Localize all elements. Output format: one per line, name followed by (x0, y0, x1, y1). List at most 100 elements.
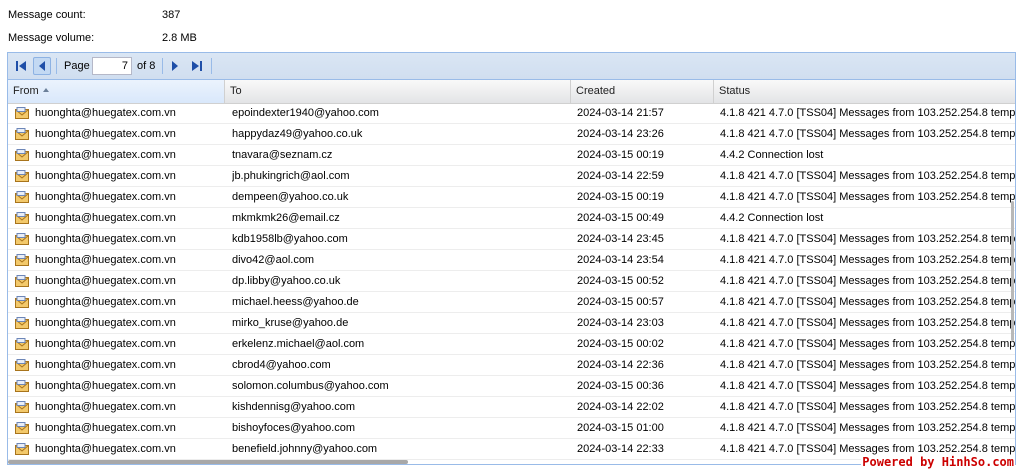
created-time: 2024-03-15 00:52 (577, 275, 664, 287)
table-row[interactable]: huonghta@huegatex.com.vn kishdennisg@yaho… (8, 397, 1015, 418)
last-page-button[interactable] (188, 57, 206, 75)
from-address: huonghta@huegatex.com.vn (35, 149, 176, 161)
from-address: huonghta@huegatex.com.vn (35, 380, 176, 392)
status-text: 4.4.2 Connection lost (720, 149, 824, 161)
envelope-icon (15, 233, 29, 245)
to-address: epoindexter1940@yahoo.com (232, 107, 379, 119)
previous-page-button[interactable] (33, 57, 51, 75)
envelope-icon (15, 359, 29, 371)
previous-page-icon (39, 61, 45, 71)
status-text: 4.1.8 421 4.7.0 [TSS04] Messages from 10… (720, 170, 1016, 182)
table-row[interactable]: huonghta@huegatex.com.vn kdb1958lb@yahoo.… (8, 229, 1015, 250)
page-count-label: of 8 (137, 60, 156, 72)
status-text: 4.1.8 421 4.7.0 [TSS04] Messages from 10… (720, 338, 1016, 350)
table-row[interactable]: huonghta@huegatex.com.vn bishoyfoces@yaho… (8, 418, 1015, 439)
cell-from: huonghta@huegatex.com.vn (15, 271, 225, 291)
status-text: 4.1.8 421 4.7.0 [TSS04] Messages from 10… (720, 359, 1016, 371)
table-row[interactable]: huonghta@huegatex.com.vn dp.libby@yahoo.c… (8, 271, 1015, 292)
column-header-from[interactable]: From (8, 80, 225, 103)
table-row[interactable]: huonghta@huegatex.com.vn epoindexter1940@… (8, 103, 1015, 124)
from-address: huonghta@huegatex.com.vn (35, 422, 176, 434)
envelope-icon (15, 107, 29, 119)
table-row[interactable]: huonghta@huegatex.com.vn tnavara@seznam.c… (8, 145, 1015, 166)
from-address: huonghta@huegatex.com.vn (35, 128, 176, 140)
page-number-input[interactable] (92, 57, 132, 75)
table-row[interactable]: huonghta@huegatex.com.vn mkmkmk26@email.c… (8, 208, 1015, 229)
to-address: mirko_kruse@yahoo.de (232, 317, 349, 329)
from-address: huonghta@huegatex.com.vn (35, 443, 176, 455)
status-text: 4.4.2 Connection lost (720, 212, 824, 224)
status-text: 4.1.8 421 4.7.0 [TSS04] Messages from 10… (720, 317, 1016, 329)
to-address: michael.heess@yahoo.de (232, 296, 359, 308)
status-text: 4.1.8 421 4.7.0 [TSS04] Messages from 10… (720, 191, 1016, 203)
envelope-icon (15, 401, 29, 413)
last-page-icon (192, 61, 202, 71)
cell-from: huonghta@huegatex.com.vn (15, 334, 225, 354)
from-address: huonghta@huegatex.com.vn (35, 296, 176, 308)
column-header-status[interactable]: Status (714, 80, 1015, 103)
next-page-button[interactable] (166, 57, 184, 75)
from-address: huonghta@huegatex.com.vn (35, 170, 176, 182)
envelope-icon (15, 443, 29, 455)
from-address: huonghta@huegatex.com.vn (35, 212, 176, 224)
created-time: 2024-03-14 23:54 (577, 254, 664, 266)
from-address: huonghta@huegatex.com.vn (35, 191, 176, 203)
envelope-icon (15, 149, 29, 161)
created-time: 2024-03-15 00:36 (577, 380, 664, 392)
created-time: 2024-03-14 22:33 (577, 443, 664, 455)
created-time: 2024-03-14 22:59 (577, 170, 664, 182)
envelope-icon (15, 212, 29, 224)
column-header-to[interactable]: To (225, 80, 571, 103)
status-text: 4.1.8 421 4.7.0 [TSS04] Messages from 10… (720, 107, 1016, 119)
from-address: huonghta@huegatex.com.vn (35, 338, 176, 350)
horizontal-scrollbar[interactable] (8, 460, 408, 464)
to-address: erkelenz.michael@aol.com (232, 338, 365, 350)
envelope-icon (15, 422, 29, 434)
status-text: 4.1.8 421 4.7.0 [TSS04] Messages from 10… (720, 233, 1016, 245)
table-row[interactable]: huonghta@huegatex.com.vn jb.phukingrich@a… (8, 166, 1015, 187)
table-row[interactable]: huonghta@huegatex.com.vn dempeen@yahoo.co… (8, 187, 1015, 208)
envelope-icon (15, 380, 29, 392)
created-time: 2024-03-14 23:26 (577, 128, 664, 140)
table-row[interactable]: huonghta@huegatex.com.vn cbrod4@yahoo.com… (8, 355, 1015, 376)
status-text: 4.1.8 421 4.7.0 [TSS04] Messages from 10… (720, 380, 1016, 392)
toolbar-separator (56, 58, 57, 74)
to-address: jb.phukingrich@aol.com (232, 170, 350, 182)
table-row[interactable]: huonghta@huegatex.com.vn divo42@aol.com 20… (8, 250, 1015, 271)
created-time: 2024-03-15 01:00 (577, 422, 664, 434)
envelope-icon (15, 296, 29, 308)
sort-ascending-icon (42, 88, 49, 93)
cell-from: huonghta@huegatex.com.vn (15, 313, 225, 333)
envelope-icon (15, 338, 29, 350)
cell-from: huonghta@huegatex.com.vn (15, 376, 225, 396)
to-address: kishdennisg@yahoo.com (232, 401, 356, 413)
cell-from: huonghta@huegatex.com.vn (15, 229, 225, 249)
table-row[interactable]: huonghta@huegatex.com.vn happydaz49@yahoo… (8, 124, 1015, 145)
created-time: 2024-03-15 00:19 (577, 149, 664, 161)
envelope-icon (15, 275, 29, 287)
table-row[interactable]: huonghta@huegatex.com.vn erkelenz.michael… (8, 334, 1015, 355)
to-address: cbrod4@yahoo.com (232, 359, 331, 371)
first-page-icon (16, 61, 26, 71)
to-address: dp.libby@yahoo.co.uk (232, 275, 341, 287)
status-text: 4.1.8 421 4.7.0 [TSS04] Messages from 10… (720, 422, 1016, 434)
envelope-icon (15, 128, 29, 140)
to-address: bishoyfoces@yahoo.com (232, 422, 356, 434)
from-address: huonghta@huegatex.com.vn (35, 317, 176, 329)
to-address: happydaz49@yahoo.co.uk (232, 128, 363, 140)
next-page-icon (172, 61, 178, 71)
message-count-label: Message count: (8, 9, 86, 21)
created-time: 2024-03-14 21:57 (577, 107, 664, 119)
table-row[interactable]: huonghta@huegatex.com.vn michael.heess@ya… (8, 292, 1015, 313)
cell-from: huonghta@huegatex.com.vn (15, 124, 225, 144)
first-page-button[interactable] (12, 57, 30, 75)
to-address: benefield.johnny@yahoo.com (232, 443, 378, 455)
from-address: huonghta@huegatex.com.vn (35, 233, 176, 245)
table-row[interactable]: huonghta@huegatex.com.vn mirko_kruse@yaho… (8, 313, 1015, 334)
cell-from: huonghta@huegatex.com.vn (15, 355, 225, 375)
cell-from: huonghta@huegatex.com.vn (15, 187, 225, 207)
vertical-scrollbar[interactable] (1011, 201, 1014, 341)
column-header-created[interactable]: Created (571, 80, 714, 103)
created-time: 2024-03-14 22:02 (577, 401, 664, 413)
table-row[interactable]: huonghta@huegatex.com.vn solomon.columbus… (8, 376, 1015, 397)
